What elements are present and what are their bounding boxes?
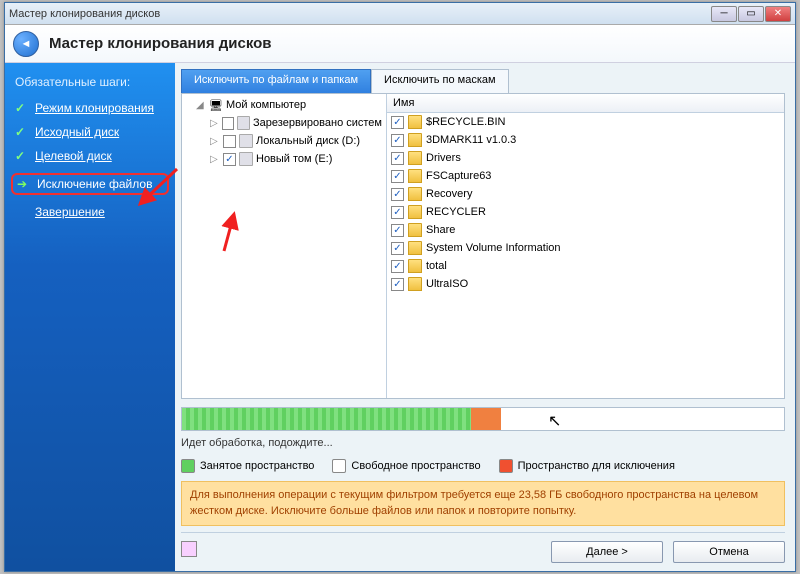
collapse-icon[interactable]: ◢ — [196, 100, 206, 111]
header-bar: ◄ Мастер клонирования дисков — [5, 25, 795, 63]
list-panel: Имя $RECYCLE.BIN 3DMARK11 v1.0.3 Drivers… — [387, 94, 784, 398]
step-source-disk[interactable]: ✓ Исходный диск — [15, 125, 165, 139]
folder-icon — [408, 223, 422, 237]
list-item[interactable]: 3DMARK11 v1.0.3 — [387, 131, 784, 149]
swatch-icon — [181, 459, 195, 473]
folder-icon — [408, 187, 422, 201]
legend-excluded: Пространство для исключения — [499, 459, 675, 473]
close-button[interactable]: ✕ — [765, 6, 791, 22]
check-icon: ✓ — [15, 125, 29, 139]
progress-section: Идет обработка, подождите... — [181, 407, 785, 449]
warning-message: Для выполнения операции с текущим фильтр… — [181, 481, 785, 526]
maximize-button[interactable]: ▭ — [738, 6, 764, 22]
drive-icon — [237, 116, 250, 130]
step-exclude-files[interactable]: ➔ Исключение файлов — [11, 173, 169, 195]
folder-icon — [408, 151, 422, 165]
progress-bar — [181, 407, 785, 431]
list-item[interactable]: System Volume Information — [387, 239, 784, 257]
next-button[interactable]: Далее > — [551, 541, 663, 563]
checkbox[interactable] — [391, 206, 404, 219]
arrow-right-icon: ➔ — [17, 177, 31, 191]
list-item[interactable]: UltraISO — [387, 275, 784, 293]
check-icon: ✓ — [15, 149, 29, 163]
list-item[interactable]: total — [387, 257, 784, 275]
expand-icon[interactable]: ▷ — [210, 118, 219, 129]
window-title: Мастер клонирования дисков — [9, 8, 711, 20]
drive-icon — [239, 152, 253, 166]
tree-panel[interactable]: ◢ Мой компьютер ▷ Зарезервировано систем… — [182, 94, 387, 398]
legend-free: Свободное пространство — [332, 459, 480, 473]
drive-icon — [239, 134, 253, 148]
tab-by-masks[interactable]: Исключить по маскам — [371, 69, 509, 93]
processing-text: Идет обработка, подождите... — [181, 437, 785, 449]
list-item[interactable]: Drivers — [387, 149, 784, 167]
checkbox[interactable] — [391, 134, 404, 147]
folder-icon — [408, 259, 422, 273]
expand-icon[interactable]: ▷ — [210, 154, 220, 165]
page-title: Мастер клонирования дисков — [49, 35, 272, 52]
legend-used: Занятое пространство — [181, 459, 314, 473]
list-item[interactable]: $RECYCLE.BIN — [387, 113, 784, 131]
tree-item-reserved[interactable]: ▷ Зарезервировано систем — [184, 114, 384, 132]
step-target-disk[interactable]: ✓ Целевой диск — [15, 149, 165, 163]
checkbox[interactable] — [391, 242, 404, 255]
cancel-button[interactable]: Отмена — [673, 541, 785, 563]
sidebar-heading: Обязательные шаги: — [15, 75, 165, 89]
step-clone-mode[interactable]: ✓ Режим клонирования — [15, 101, 165, 115]
tree-item-local-d[interactable]: ▷ Локальный диск (D:) — [184, 132, 384, 150]
back-button[interactable]: ◄ — [13, 31, 39, 57]
checkbox[interactable] — [223, 135, 236, 148]
folder-icon — [408, 277, 422, 291]
checkbox[interactable] — [391, 278, 404, 291]
computer-icon — [209, 98, 223, 112]
list-header-name[interactable]: Имя — [387, 94, 784, 113]
checkbox[interactable] — [391, 188, 404, 201]
list-item[interactable]: RECYCLER — [387, 203, 784, 221]
tree-item-new-volume-e[interactable]: ▷ Новый том (E:) — [184, 150, 384, 168]
folder-icon — [408, 205, 422, 219]
sidebar: Обязательные шаги: ✓ Режим клонирования … — [5, 63, 175, 571]
main-content: Исключить по файлам и папкам Исключить п… — [175, 63, 795, 571]
arrow-left-icon: ◄ — [21, 38, 32, 50]
checkbox[interactable] — [391, 224, 404, 237]
list-item[interactable]: Recovery — [387, 185, 784, 203]
folder-icon — [408, 133, 422, 147]
wizard-window: Мастер клонирования дисков ─ ▭ ✕ ◄ Масте… — [4, 2, 796, 572]
list-body[interactable]: $RECYCLE.BIN 3DMARK11 v1.0.3 Drivers FSC… — [387, 113, 784, 398]
checkbox[interactable] — [391, 170, 404, 183]
checkbox[interactable] — [391, 116, 404, 129]
legend: Занятое пространство Свободное пространс… — [181, 459, 785, 473]
tree-root[interactable]: ◢ Мой компьютер — [184, 96, 384, 114]
checkbox[interactable] — [222, 117, 234, 130]
list-item[interactable]: Share — [387, 221, 784, 239]
checkbox[interactable] — [391, 260, 404, 273]
list-item[interactable]: FSCapture63 — [387, 167, 784, 185]
swatch-icon — [499, 459, 513, 473]
titlebar[interactable]: Мастер клонирования дисков ─ ▭ ✕ — [5, 3, 795, 25]
step-finish[interactable]: Завершение — [15, 205, 165, 219]
folder-icon — [408, 169, 422, 183]
swatch-icon — [332, 459, 346, 473]
folder-icon — [408, 241, 422, 255]
tab-by-files[interactable]: Исключить по файлам и папкам — [181, 69, 371, 93]
minimize-button[interactable]: ─ — [711, 6, 737, 22]
folder-icon — [408, 115, 422, 129]
progress-used — [182, 408, 471, 430]
footer: Далее > Отмена — [181, 532, 785, 563]
expand-icon[interactable]: ▷ — [210, 136, 220, 147]
checkbox[interactable] — [391, 152, 404, 165]
progress-excluded — [471, 408, 501, 430]
check-icon: ✓ — [15, 101, 29, 115]
checkbox[interactable] — [223, 153, 236, 166]
